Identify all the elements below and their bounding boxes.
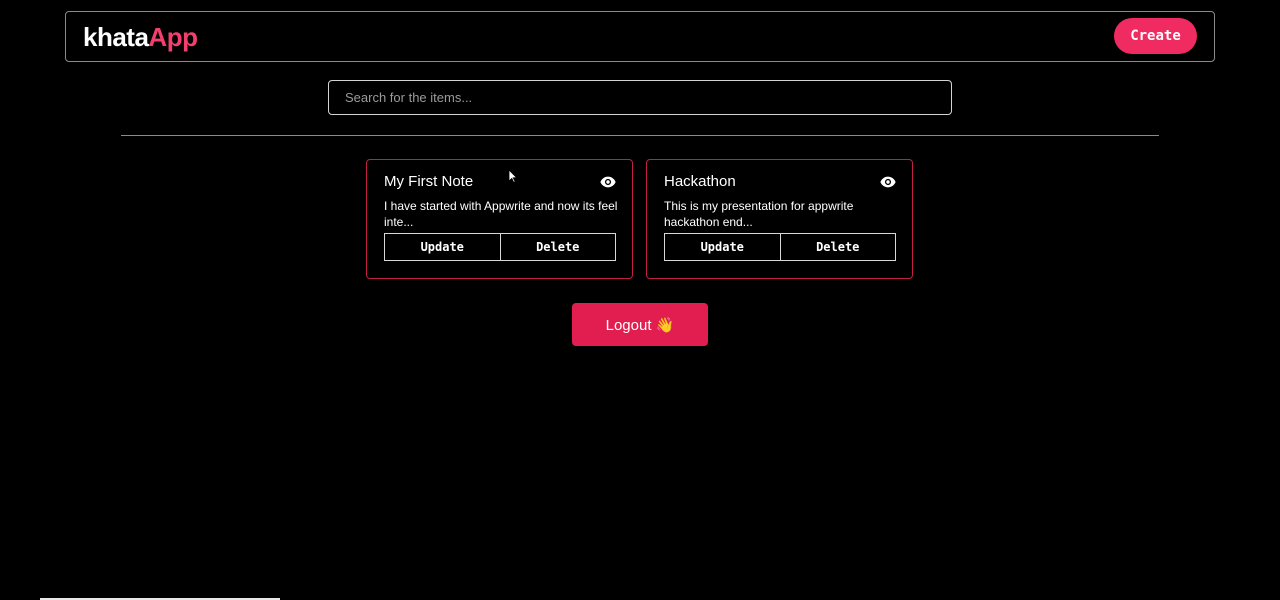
logo-text-app: App bbox=[148, 22, 198, 52]
eye-icon[interactable] bbox=[600, 175, 616, 189]
create-button[interactable]: Create bbox=[1114, 18, 1197, 54]
update-button[interactable]: Update bbox=[384, 233, 501, 261]
search-input[interactable] bbox=[328, 80, 952, 115]
search-bar bbox=[328, 80, 952, 115]
divider bbox=[121, 135, 1159, 136]
note-card-my-first-note: My First Note I have started with Appwri… bbox=[366, 159, 633, 279]
note-actions: Update Delete bbox=[384, 233, 616, 261]
note-title: Hackathon bbox=[664, 173, 736, 190]
eye-icon[interactable] bbox=[880, 175, 896, 189]
note-body: This is my presentation for appwrite hac… bbox=[664, 199, 854, 229]
note-card-hackathon: Hackathon This is my presentation for ap… bbox=[646, 159, 913, 279]
note-actions: Update Delete bbox=[664, 233, 896, 261]
logo-text-khata: khata bbox=[83, 22, 149, 52]
delete-button[interactable]: Delete bbox=[780, 233, 896, 261]
logout-button[interactable]: Logout 👋 bbox=[572, 303, 708, 346]
note-body: I have started with Appwrite and now its… bbox=[384, 199, 618, 229]
update-button[interactable]: Update bbox=[664, 233, 781, 261]
app-logo[interactable]: khataApp bbox=[83, 22, 198, 52]
navbar: khataApp Create bbox=[65, 11, 1215, 62]
delete-button[interactable]: Delete bbox=[500, 233, 616, 261]
mouse-cursor-icon bbox=[508, 169, 518, 183]
note-title: My First Note bbox=[384, 173, 474, 190]
